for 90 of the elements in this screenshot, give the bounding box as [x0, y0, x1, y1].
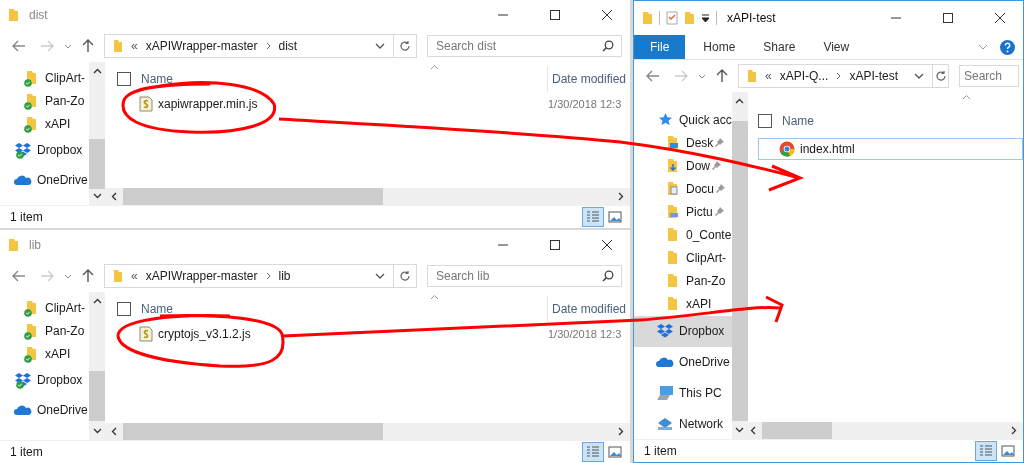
maximize-icon	[943, 13, 953, 23]
folder-icon	[113, 39, 123, 53]
scroll-up-icon[interactable]	[735, 98, 745, 104]
details-view-icon	[979, 445, 993, 457]
refresh-icon	[934, 70, 947, 82]
nav-item[interactable]: Quick acc	[634, 108, 732, 132]
nav-item[interactable]: ClipArt-	[634, 246, 732, 270]
ribbon-tab[interactable]: Share	[753, 35, 806, 59]
dropbox-icon	[656, 323, 674, 340]
nav-item[interactable]: xAPI	[634, 292, 732, 316]
script-file-icon	[139, 326, 153, 342]
details-view-icon	[586, 211, 600, 223]
dropdown-icon[interactable]	[701, 13, 710, 23]
close-icon	[602, 240, 612, 250]
folder-icon	[665, 180, 679, 197]
folder-icon	[665, 227, 679, 243]
refresh-icon	[399, 270, 411, 282]
maximize-icon	[550, 10, 560, 20]
scroll-left-icon[interactable]	[750, 426, 756, 435]
image-icon	[608, 446, 622, 458]
back-icon[interactable]	[646, 70, 660, 82]
nav-item[interactable]: Network	[634, 408, 732, 440]
folder-icon	[113, 269, 123, 283]
network-icon	[656, 416, 674, 431]
cloud-icon	[14, 174, 32, 186]
nav-item[interactable]: This PC	[634, 377, 732, 409]
folder-icon	[665, 157, 679, 174]
window-title: lib	[29, 238, 41, 252]
caret-icon[interactable]	[698, 73, 706, 79]
sort-icon	[430, 64, 439, 70]
search-icon	[602, 40, 614, 52]
dropdown-icon[interactable]	[914, 73, 925, 79]
item-count: 1 item	[10, 210, 43, 224]
nav-item[interactable]: OneDrive	[634, 346, 732, 378]
star-icon	[657, 112, 673, 128]
close-icon	[995, 13, 1005, 23]
cloud-icon	[656, 356, 674, 369]
image-icon	[608, 211, 622, 223]
folder-icon	[665, 203, 679, 220]
nav-item[interactable]: Dropbox	[634, 315, 732, 347]
details-view-icon	[586, 446, 600, 458]
nav-item[interactable]: Pictu	[634, 200, 732, 224]
chevron-icon[interactable]	[836, 72, 842, 80]
vertical-scrollbar[interactable]	[731, 92, 748, 439]
breadcrumb-item[interactable]: xAPI-Q...	[779, 69, 829, 83]
date-cell-text: 1/30/2018 12:3	[548, 98, 623, 110]
properties-icon[interactable]	[666, 11, 678, 25]
file-item[interactable]: index.html	[758, 138, 1023, 160]
date-cell-text: 1/30/2018 12:3	[548, 328, 623, 340]
breadcrumb-overflow[interactable]: «	[765, 69, 772, 83]
expand-icon[interactable]	[978, 44, 988, 50]
up-icon[interactable]	[716, 69, 728, 83]
close-icon	[602, 10, 612, 20]
cloud-icon	[14, 404, 32, 416]
search-field[interactable]: Search	[959, 65, 1019, 87]
computer-icon	[656, 384, 674, 401]
folder-icon	[747, 69, 757, 83]
ribbon-tab[interactable]: Home	[693, 35, 746, 59]
window-title: dist	[29, 8, 48, 22]
item-count: 1 item	[644, 444, 677, 458]
nav-item[interactable]: Desk	[634, 131, 732, 155]
column-header[interactable]: Name	[782, 114, 1023, 128]
refresh-icon	[399, 40, 411, 52]
refresh-button[interactable]	[932, 65, 948, 87]
sort-icon	[430, 294, 439, 300]
script-file-icon	[139, 96, 153, 112]
select-all-checkbox[interactable]	[758, 114, 772, 128]
image-icon	[1001, 445, 1015, 457]
nav-item[interactable]: Dow	[634, 154, 732, 178]
search-icon	[602, 270, 614, 282]
folder-icon	[8, 238, 19, 252]
folder-icon	[665, 134, 679, 151]
item-count: 1 item	[10, 445, 43, 459]
scroll-right-icon[interactable]	[1011, 426, 1017, 435]
breadcrumb-item[interactable]: xAPI-test	[849, 69, 899, 83]
window-title: xAPI-test	[727, 11, 776, 25]
nav-item[interactable]: 0_Conte	[634, 223, 732, 247]
folder-icon	[8, 8, 19, 22]
help-icon[interactable]	[1000, 39, 1015, 55]
sort-icon	[962, 94, 971, 100]
folder-icon	[665, 250, 679, 267]
scroll-down-icon[interactable]	[735, 427, 745, 433]
browser-icon	[779, 141, 795, 157]
ribbon-tab[interactable]: View	[813, 35, 860, 59]
folder-icon	[665, 273, 679, 290]
folder-icon	[665, 296, 679, 313]
nav-item[interactable]: Docu	[634, 177, 732, 201]
address-bar[interactable]: « xAPI-Q... xAPI-test	[738, 64, 949, 88]
nav-item[interactable]: Pan-Zo	[634, 269, 732, 293]
maximize-icon	[550, 240, 560, 250]
